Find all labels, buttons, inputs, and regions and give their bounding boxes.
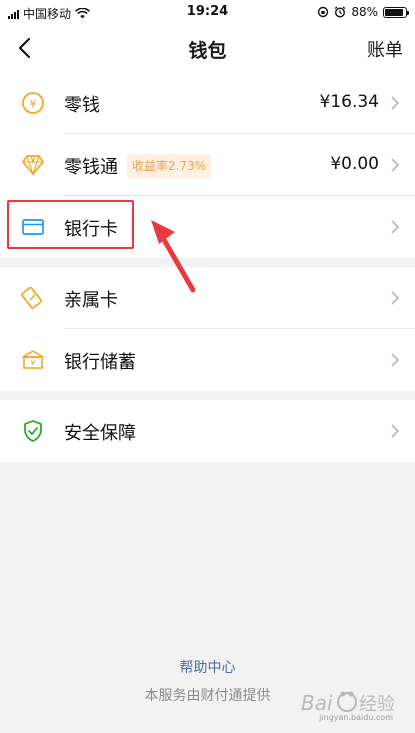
page-title: 钱包	[188, 40, 227, 62]
battery-icon	[383, 6, 409, 18]
chevron-right-icon	[391, 424, 400, 438]
battery-percent: 88%	[351, 5, 378, 19]
list-item-lingqiantong[interactable]: 零钱通 收益率2.73% ¥0.00	[0, 134, 415, 196]
svg-text:经验: 经验	[359, 694, 395, 715]
chevron-right-icon	[391, 353, 400, 367]
svg-text:¥: ¥	[30, 98, 37, 111]
list-item-label: 亲属卡	[64, 290, 118, 311]
svg-text:¥: ¥	[30, 359, 35, 368]
status-bar: 中国移动 19:24 88%	[0, 0, 415, 24]
list-item-label: 零钱通	[64, 157, 118, 178]
diamond-icon	[22, 155, 44, 176]
list-item-security[interactable]: 安全保障	[0, 400, 415, 462]
bank-savings-icon: ¥	[22, 350, 44, 369]
alarm-icon	[334, 6, 346, 18]
help-center-link[interactable]: 帮助中心	[0, 657, 415, 677]
family-card-icon	[21, 286, 43, 309]
list-item-value: ¥0.00	[330, 154, 379, 174]
yuan-coin-icon: ¥	[22, 92, 44, 114]
battery-fill	[385, 8, 403, 16]
nav-header: 钱包 账单	[0, 24, 415, 72]
security-shield-icon	[24, 420, 42, 442]
annotation-highlight-box	[7, 200, 134, 249]
wallet-group-cards: 亲属卡 ¥ 银行储蓄	[0, 267, 415, 391]
watermark-url: jingyan.baidu.com	[319, 713, 393, 722]
yield-rate-badge: 收益率2.73%	[127, 154, 212, 178]
wallet-group-security: 安全保障	[0, 400, 415, 462]
chevron-right-icon	[391, 220, 400, 234]
list-item-label: 银行储蓄	[64, 352, 136, 373]
list-item-value: ¥16.34	[319, 92, 379, 112]
bill-button[interactable]: 账单	[367, 36, 403, 62]
chevron-right-icon	[391, 96, 400, 110]
list-item-label: 安全保障	[64, 423, 136, 444]
list-item-change[interactable]: ¥ 零钱 ¥16.34	[0, 72, 415, 134]
list-item-label: 零钱	[64, 95, 100, 116]
annotation-arrow-icon	[151, 220, 196, 293]
svg-text:Bai: Bai	[301, 691, 333, 715]
list-item-bank-savings[interactable]: ¥ 银行储蓄	[0, 329, 415, 391]
status-right: 88%	[317, 5, 409, 19]
rotation-lock-icon	[318, 6, 329, 18]
list-item-family-card[interactable]: 亲属卡	[0, 267, 415, 329]
chevron-right-icon	[391, 291, 400, 305]
chevron-right-icon	[391, 158, 400, 172]
